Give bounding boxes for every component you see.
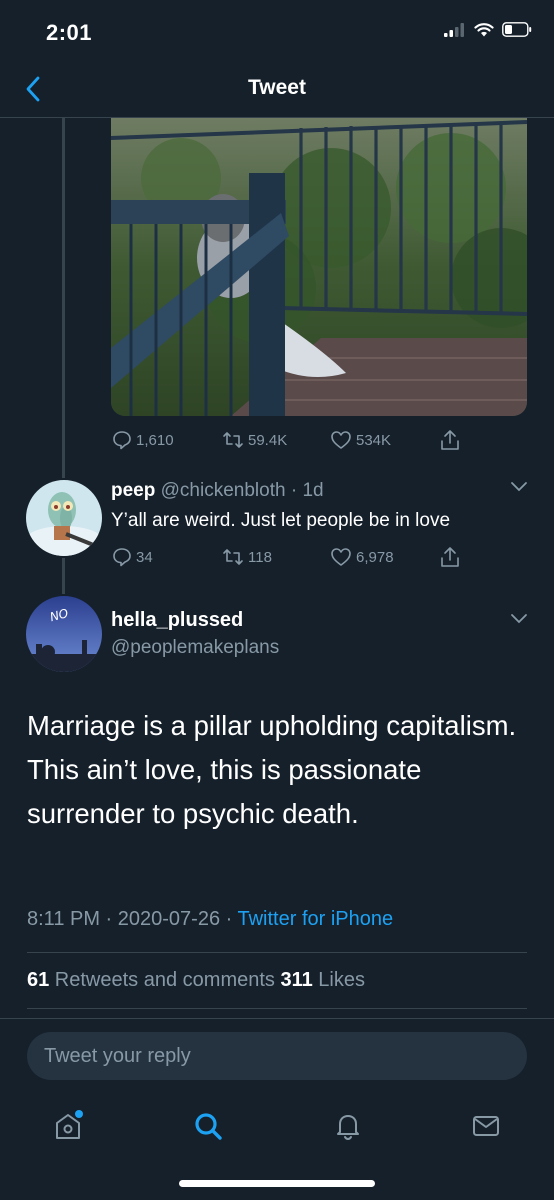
status-icons — [444, 22, 532, 37]
status-bar: 2:01 — [0, 0, 554, 62]
home-icon — [56, 1110, 83, 1139]
retweet-count: 59.4K — [248, 431, 288, 449]
reply-action[interactable]: 34 — [112, 547, 153, 567]
divider — [27, 952, 527, 953]
retweet-action[interactable]: 59.4K — [222, 431, 287, 449]
reply-time: · 1d — [290, 480, 324, 501]
tweet-more-button[interactable] — [510, 612, 528, 630]
reply-author: peep @chickenbloth · 1d — [111, 480, 324, 502]
reply-more-button[interactable] — [510, 480, 528, 498]
share-action[interactable] — [440, 546, 460, 568]
notifications-icon — [337, 1115, 359, 1141]
reply-input[interactable]: Tweet your reply — [27, 1032, 527, 1080]
like-action[interactable]: 6,978 — [330, 547, 394, 567]
reply-composer: Tweet your reply — [0, 1018, 554, 1092]
reply-tweet-actions: 34 118 6,978 — [0, 544, 554, 570]
heart-icon — [331, 548, 351, 566]
balcony-scene — [111, 118, 527, 416]
tweet-meta: 8:11 PM · 2020-07-26 · Twitter for iPhon… — [27, 908, 393, 931]
like-total-label[interactable]: Likes — [313, 969, 365, 991]
status-time: 2:01 — [46, 20, 93, 45]
parent-tweet-actions: 1,610 59.4K 534K — [0, 426, 554, 454]
comment-icon — [113, 548, 131, 567]
thread-line — [62, 118, 65, 478]
reply-count: 34 — [136, 548, 153, 566]
tweet-text: Marriage is a pillar upholding capitalis… — [27, 710, 517, 829]
reply-count: 1,610 — [136, 431, 174, 449]
home-indicator[interactable] — [179, 1180, 375, 1187]
tab-search[interactable] — [188, 1106, 228, 1146]
signal-icon — [444, 22, 464, 37]
tweet-stats: 61 Retweets and comments 311 Likes — [27, 969, 365, 992]
author-handle[interactable]: @peoplemakeplans — [111, 637, 279, 659]
tab-notifications[interactable] — [328, 1106, 368, 1146]
retweet-count: 118 — [248, 548, 272, 566]
reply-author-name[interactable]: peep — [111, 480, 155, 501]
reply-author-handle[interactable]: @chickenbloth — [161, 480, 286, 501]
like-action[interactable]: 534K — [330, 430, 391, 450]
chevron-down-icon — [511, 614, 527, 624]
retweet-total-label[interactable]: Retweets and comments — [49, 969, 280, 991]
sky-avatar-image: NO — [26, 596, 102, 672]
tweet-media-image[interactable] — [111, 118, 527, 416]
divider — [27, 1008, 527, 1009]
search-icon — [195, 1113, 222, 1140]
tab-messages[interactable] — [466, 1106, 506, 1146]
heart-icon — [331, 431, 351, 449]
retweet-action[interactable]: 118 — [222, 548, 272, 566]
share-icon — [441, 430, 459, 450]
share-icon — [441, 547, 459, 567]
avatar[interactable]: NO — [26, 596, 102, 672]
comment-icon — [113, 431, 131, 450]
reply-placeholder: Tweet your reply — [44, 1045, 191, 1067]
like-total[interactable]: 311 — [280, 969, 312, 991]
retweet-total[interactable]: 61 — [27, 969, 49, 991]
battery-icon — [502, 22, 532, 37]
like-count: 6,978 — [356, 548, 394, 566]
author-name[interactable]: hella_plussed — [111, 609, 243, 632]
share-action[interactable] — [440, 429, 460, 451]
wifi-icon — [474, 22, 494, 36]
messages-icon — [473, 1116, 499, 1136]
retweet-icon — [223, 549, 243, 565]
nav-bar: Tweet — [0, 62, 554, 118]
like-count: 534K — [356, 431, 392, 449]
tweet-timestamp: 8:11 PM · 2020-07-26 · — [27, 908, 238, 930]
tab-home[interactable] — [48, 1106, 88, 1146]
reply-action[interactable]: 1,610 — [112, 430, 174, 450]
reply-text: Y’all are weird. Just let people be in l… — [111, 510, 451, 531]
retweet-icon — [223, 432, 243, 448]
chevron-down-icon — [511, 482, 527, 492]
page-title: Tweet — [248, 76, 306, 99]
tweet-source-link[interactable]: Twitter for iPhone — [238, 908, 394, 930]
